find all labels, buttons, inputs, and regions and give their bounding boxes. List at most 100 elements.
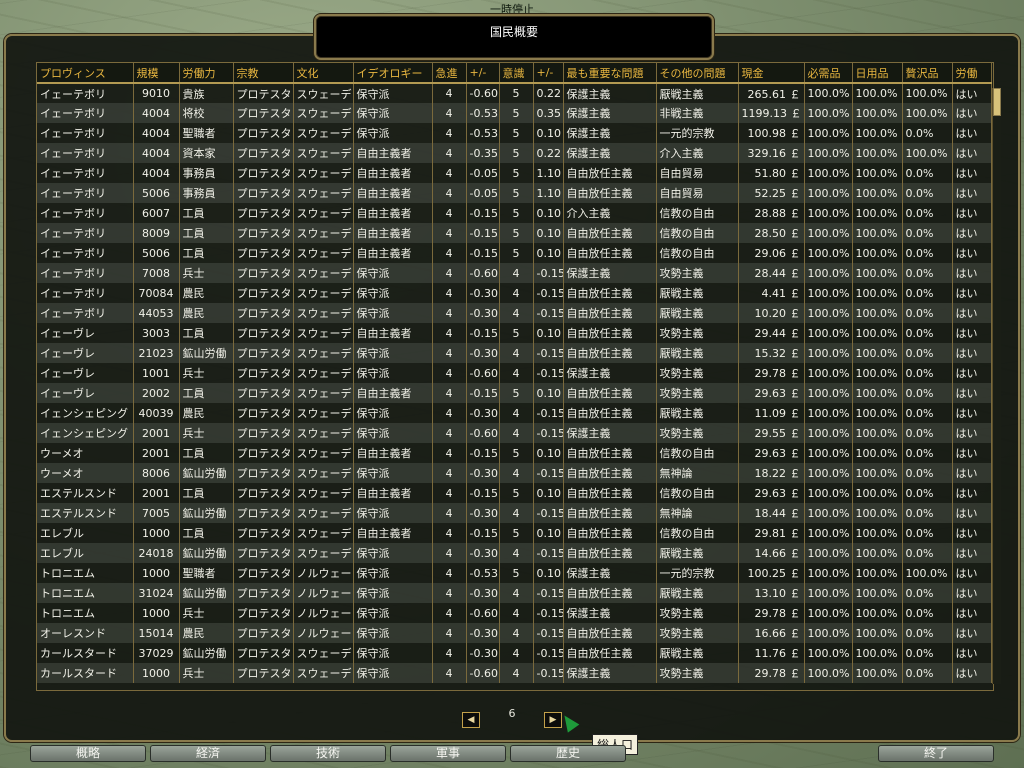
cell-needs-life: 100.0% <box>804 423 853 443</box>
cell-culture: スウェーデ <box>293 223 354 243</box>
table-row[interactable]: ウーメオ 8006 鉱山労働 プロテスタ スウェーデ 保守派 4 -0.30 4 -0.15 自由放… <box>37 463 992 483</box>
scrollbar-thumb[interactable] <box>993 88 1001 116</box>
cell-needs-luxury: 0.0% <box>902 603 953 623</box>
cell-needs-everyday: 100.0% <box>852 503 903 523</box>
column-header-radical[interactable]: 急進 <box>432 63 467 84</box>
cell-radical: 4 <box>432 203 467 223</box>
cell-ideology: 保守派 <box>353 603 433 623</box>
column-header-needs-luxury[interactable]: 贅沢品 <box>902 63 953 84</box>
table-row[interactable]: エステルスンド 7005 鉱山労働 プロテスタ スウェーデ 保守派 4 -0.30 4 -0.15… <box>37 503 992 523</box>
cell-cash: 18.22 ￡ <box>738 463 805 483</box>
table-row[interactable]: トロニエム 1000 聖職者 プロテスタ ノルウェー 保守派 4 -0.53 5 0.10 保護主義… <box>37 563 992 583</box>
cell-needs-everyday: 100.0% <box>852 443 903 463</box>
column-header-culture[interactable]: 文化 <box>293 63 354 84</box>
table-row[interactable]: トロニエム 31024 鉱山労働 プロテスタ ノルウェー 保守派 4 -0.30 4 -0.15 自… <box>37 583 992 603</box>
cell-ideology: 保守派 <box>353 503 433 523</box>
table-scrollbar[interactable] <box>992 88 1001 684</box>
cell-needs-luxury: 0.0% <box>902 383 953 403</box>
column-header-needs-everyday[interactable]: 日用品 <box>852 63 903 84</box>
table-row[interactable]: イェーテボリ 4004 将校 プロテスタ スウェーデ 保守派 4 -0.53 5 0.35 保護主義… <box>37 103 992 123</box>
table-row[interactable]: イェーテボリ 8009 工員 プロテスタ スウェーデ 自由主義者 4 -0.15 5 0.10 自由… <box>37 223 992 243</box>
cell-needs-life: 100.0% <box>804 583 853 603</box>
table-row[interactable]: イェンシェピング 2001 兵士 プロテスタ スウェーデ 保守派 4 -0.60 4 -0.15 保… <box>37 423 992 443</box>
cell-top-issue: 保護主義 <box>563 83 657 103</box>
table-row[interactable]: イェーテボリ 4004 事務員 プロテスタ スウェーデ 自由主義者 4 -0.05 5 1.10 自… <box>37 163 992 183</box>
cell-needs-luxury: 0.0% <box>902 343 953 363</box>
table-row[interactable]: イェーテボリ 44053 農民 プロテスタ スウェーデ 保守派 4 -0.30 4 -0.15 自由… <box>37 303 992 323</box>
tab-history[interactable]: 歴史 <box>510 745 626 762</box>
cell-consciousness: 5 <box>499 383 534 403</box>
table-row[interactable]: オーレスンド 15014 農民 プロテスタ ノルウェー 保守派 4 -0.30 4 -0.15 自由… <box>37 623 992 643</box>
table-row[interactable]: エステルスンド 2001 工員 プロテスタ スウェーデ 自由主義者 4 -0.15 5 0.10 自… <box>37 483 992 503</box>
table-row[interactable]: イェーヴレ 21023 鉱山労働 プロテスタ スウェーデ 保守派 4 -0.30 4 -0.15 自… <box>37 343 992 363</box>
cell-cash: 29.63 ￡ <box>738 483 805 503</box>
table-row[interactable]: イェーテボリ 4004 聖職者 プロテスタ スウェーデ 保守派 4 -0.53 5 0.10 保護主… <box>37 123 992 143</box>
cell-ideology: 自由主義者 <box>353 203 433 223</box>
cell-workforce: 工員 <box>179 203 234 223</box>
cell-workforce: 兵士 <box>179 603 234 623</box>
column-header-workforce[interactable]: 労働力 <box>179 63 234 84</box>
cell-other-issue: 信教の自由 <box>656 203 739 223</box>
cell-cash: 329.16 ￡ <box>738 143 805 163</box>
cell-workforce: 工員 <box>179 243 234 263</box>
cell-needs-everyday: 100.0% <box>852 663 903 683</box>
prev-page-button[interactable]: ◀ <box>462 712 480 728</box>
table-row[interactable]: イェンシェピング 40039 農民 プロテスタ スウェーデ 保守派 4 -0.30 4 -0.15… <box>37 403 992 423</box>
table-row[interactable]: エレブル 24018 鉱山労働 プロテスタ スウェーデ 保守派 4 -0.30 4 -0.15 自由… <box>37 543 992 563</box>
table-row[interactable]: イェーテボリ 70084 農民 プロテスタ スウェーデ 保守派 4 -0.30 4 -0.15 自由… <box>37 283 992 303</box>
column-header-radical-change[interactable]: +/- <box>466 63 500 84</box>
column-header-other-issue[interactable]: その他の問題 <box>656 63 739 84</box>
tab-economy[interactable]: 経済 <box>150 745 266 762</box>
table-row[interactable]: カールスタード 37029 鉱山労働 プロテスタ スウェーデ 保守派 4 -0.30 4 -0.1… <box>37 643 992 663</box>
cell-employed: はい <box>952 343 992 363</box>
cell-workforce: 工員 <box>179 223 234 243</box>
column-header-top-issue[interactable]: 最も重要な問題 <box>563 63 657 84</box>
table-row[interactable]: イェーテボリ 5006 事務員 プロテスタ スウェーデ 自由主義者 4 -0.05 5 1.10 自… <box>37 183 992 203</box>
tab-military[interactable]: 軍事 <box>390 745 506 762</box>
table-row[interactable]: イェーテボリ 5006 工員 プロテスタ スウェーデ 自由主義者 4 -0.15 5 0.10 自由… <box>37 243 992 263</box>
window-title: 国民概要 <box>489 25 538 39</box>
column-header-consciousness[interactable]: 意識 <box>499 63 534 84</box>
table-row[interactable]: ウーメオ 2001 工員 プロテスタ スウェーデ 自由主義者 4 -0.15 5 0.10 自由放任… <box>37 443 992 463</box>
cell-needs-luxury: 0.0% <box>902 523 953 543</box>
cell-workforce: 資本家 <box>179 143 234 163</box>
table-row[interactable]: イェーヴレ 3003 工員 プロテスタ スウェーデ 自由主義者 4 -0.15 5 0.10 自由放… <box>37 323 992 343</box>
cell-culture: スウェーデ <box>293 383 354 403</box>
cell-culture: スウェーデ <box>293 463 354 483</box>
column-header-consciousness-change[interactable]: +/- <box>533 63 564 84</box>
column-header-employed[interactable]: 労働 <box>952 63 992 84</box>
tab-technology[interactable]: 技術 <box>270 745 386 762</box>
cell-size: 1000 <box>133 603 180 623</box>
table-row[interactable]: イェーテボリ 6007 工員 プロテスタ スウェーデ 自由主義者 4 -0.15 5 0.10 介入… <box>37 203 992 223</box>
cell-needs-life: 100.0% <box>804 243 853 263</box>
cell-employed: はい <box>952 163 992 183</box>
cell-cash: 29.55 ￡ <box>738 423 805 443</box>
cell-consciousness: 4 <box>499 583 534 603</box>
table-row[interactable]: イェーテボリ 9010 貴族 プロテスタ スウェーデ 保守派 4 -0.60 5 0.22 保護主義… <box>37 83 992 103</box>
column-header-province[interactable]: プロヴィンス <box>37 63 134 84</box>
table-row[interactable]: エレブル 1000 工員 プロテスタ スウェーデ 自由主義者 4 -0.15 5 0.10 自由放任… <box>37 523 992 543</box>
cell-cash: 29.78 ￡ <box>738 663 805 683</box>
cell-cash: 14.66 ￡ <box>738 543 805 563</box>
table-row[interactable]: イェーヴレ 1001 兵士 プロテスタ スウェーデ 保守派 4 -0.60 4 -0.15 保護主義… <box>37 363 992 383</box>
table-row[interactable]: トロニエム 1000 兵士 プロテスタ ノルウェー 保守派 4 -0.60 4 -0.15 保護主義… <box>37 603 992 623</box>
table-row[interactable]: イェーヴレ 2002 工員 プロテスタ スウェーデ 自由主義者 4 -0.15 5 0.10 自由放… <box>37 383 992 403</box>
cell-cash: 10.20 ￡ <box>738 303 805 323</box>
cell-needs-everyday: 100.0% <box>852 103 903 123</box>
cell-other-issue: 自由貿易 <box>656 183 739 203</box>
cell-other-issue: 攻勢主義 <box>656 263 739 283</box>
cell-radical: 4 <box>432 303 467 323</box>
column-header-religion[interactable]: 宗教 <box>233 63 294 84</box>
table-row[interactable]: イェーテボリ 4004 資本家 プロテスタ スウェーデ 自由主義者 4 -0.35 5 0.22 保… <box>37 143 992 163</box>
cell-consciousness: 5 <box>499 223 534 243</box>
table-row[interactable]: カールスタード 1000 兵士 プロテスタ スウェーデ 保守派 4 -0.60 4 -0.15 保護… <box>37 663 992 683</box>
column-header-size[interactable]: 規模 <box>133 63 180 84</box>
column-header-ideology[interactable]: イデオロギー <box>353 63 433 84</box>
column-header-needs-life[interactable]: 必需品 <box>804 63 853 84</box>
cell-needs-life: 100.0% <box>804 103 853 123</box>
table-row[interactable]: イェーテボリ 7008 兵士 プロテスタ スウェーデ 保守派 4 -0.60 4 -0.15 保護主… <box>37 263 992 283</box>
column-header-cash[interactable]: 現金 <box>738 63 805 84</box>
cell-cash: 4.41 ￡ <box>738 283 805 303</box>
tab-overview[interactable]: 概略 <box>30 745 146 762</box>
exit-button[interactable]: 終了 <box>878 745 994 762</box>
